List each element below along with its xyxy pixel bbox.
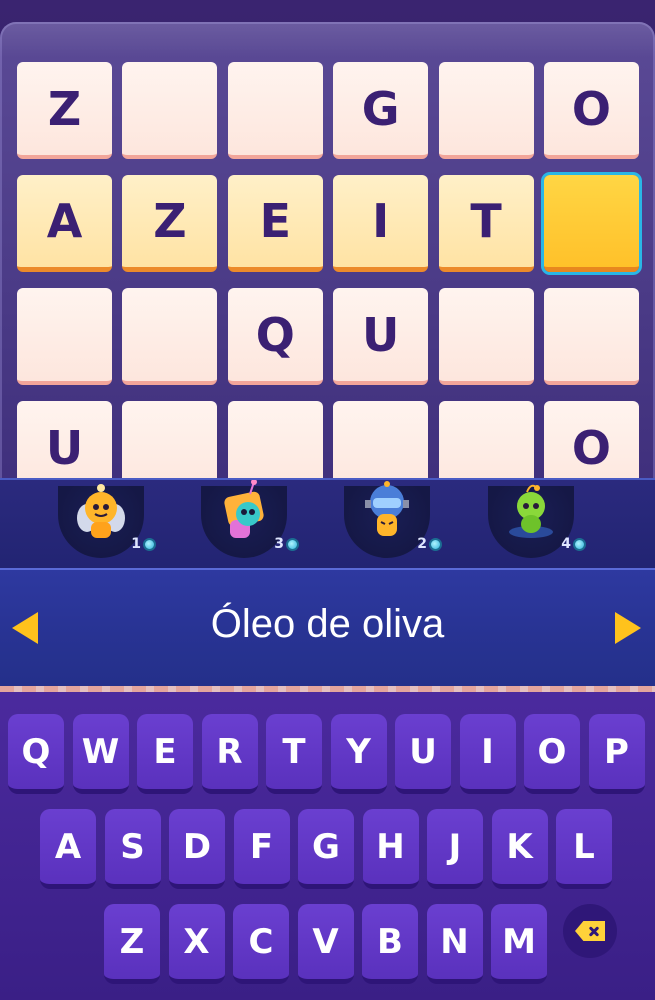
clue-bar: Óleo de oliva (0, 568, 655, 692)
count-value: 3 (274, 536, 284, 552)
tv-character-icon (224, 480, 264, 538)
key-p[interactable]: P (588, 714, 645, 794)
key-s[interactable]: S (104, 809, 161, 889)
powerup-alien[interactable]: 4 (488, 484, 586, 558)
key-f[interactable]: F (233, 809, 290, 889)
board-cell[interactable]: A (17, 175, 112, 272)
powerup-count: 1 (131, 536, 156, 552)
count-value: 1 (131, 536, 141, 552)
key-b[interactable]: B (362, 904, 418, 984)
key-k[interactable]: K (491, 809, 548, 889)
powerup-count: 3 (274, 536, 299, 552)
bee-character-icon (77, 484, 125, 538)
board-cell[interactable]: O (543, 62, 639, 159)
key-m[interactable]: M (491, 904, 547, 984)
key-u[interactable]: U (395, 714, 451, 794)
key-q[interactable]: Q (8, 714, 64, 794)
key-w[interactable]: W (72, 714, 129, 794)
powerup-tv[interactable]: 3 (201, 480, 299, 558)
board-cell[interactable]: Z (17, 62, 112, 159)
board-cell[interactable] (438, 288, 534, 385)
powerup-count: 2 (417, 536, 442, 552)
coin-icon (143, 537, 156, 551)
board-cell[interactable]: T (438, 175, 534, 272)
coin-icon (573, 537, 586, 551)
board-cell[interactable] (122, 62, 218, 159)
board-cell[interactable] (122, 288, 218, 385)
board-cell[interactable]: Z (122, 175, 218, 272)
key-y[interactable]: Y (330, 714, 387, 794)
count-value: 2 (417, 536, 427, 552)
backspace-key[interactable] (563, 904, 617, 958)
board-cell[interactable]: I (333, 175, 429, 272)
board-cell[interactable] (543, 288, 639, 385)
board-cell[interactable]: Q (227, 288, 323, 385)
key-e[interactable]: E (137, 714, 193, 794)
backspace-icon (575, 921, 605, 941)
key-g[interactable]: G (298, 809, 354, 889)
key-t[interactable]: T (266, 714, 322, 794)
key-v[interactable]: V (297, 904, 354, 984)
key-n[interactable]: N (426, 904, 483, 984)
alien-character-icon (509, 484, 553, 538)
powerup-bar: 1 3 2 4 (0, 478, 655, 568)
key-r[interactable]: R (201, 714, 258, 794)
keyboard: QWERTYUIOP ASDFGHJKL ZXCVBNM (0, 692, 655, 1000)
count-value: 4 (561, 536, 571, 552)
key-z[interactable]: Z (104, 904, 160, 984)
board-cell[interactable] (438, 62, 534, 159)
board-cell[interactable] (543, 175, 639, 272)
key-h[interactable]: H (362, 809, 419, 889)
key-j[interactable]: J (427, 809, 483, 889)
key-x[interactable]: X (168, 904, 225, 984)
key-i[interactable]: I (459, 714, 516, 794)
coin-icon (429, 537, 442, 551)
coin-icon (286, 537, 299, 551)
robot-character-icon (365, 481, 409, 536)
previous-clue-arrow-icon[interactable] (12, 612, 38, 644)
key-o[interactable]: O (524, 714, 580, 794)
board-cell[interactable]: U (333, 288, 429, 385)
board-cell[interactable]: G (333, 62, 429, 159)
key-d[interactable]: D (169, 809, 225, 889)
key-c[interactable]: C (233, 904, 289, 984)
crossword-board: ZGOAZEITQUUO (0, 22, 655, 498)
board-grid: ZGOAZEITQUUO (17, 62, 639, 502)
board-cell[interactable] (227, 62, 323, 159)
board-cell[interactable]: E (227, 175, 323, 272)
key-a[interactable]: A (40, 809, 96, 889)
board-cell[interactable] (17, 288, 112, 385)
powerup-count: 4 (561, 536, 586, 552)
powerup-bee[interactable]: 1 (58, 484, 156, 558)
clue-text: Óleo de oliva (210, 602, 445, 646)
key-l[interactable]: L (556, 809, 612, 889)
next-clue-arrow-icon[interactable] (615, 612, 641, 644)
powerup-robot[interactable]: 2 (344, 481, 442, 558)
